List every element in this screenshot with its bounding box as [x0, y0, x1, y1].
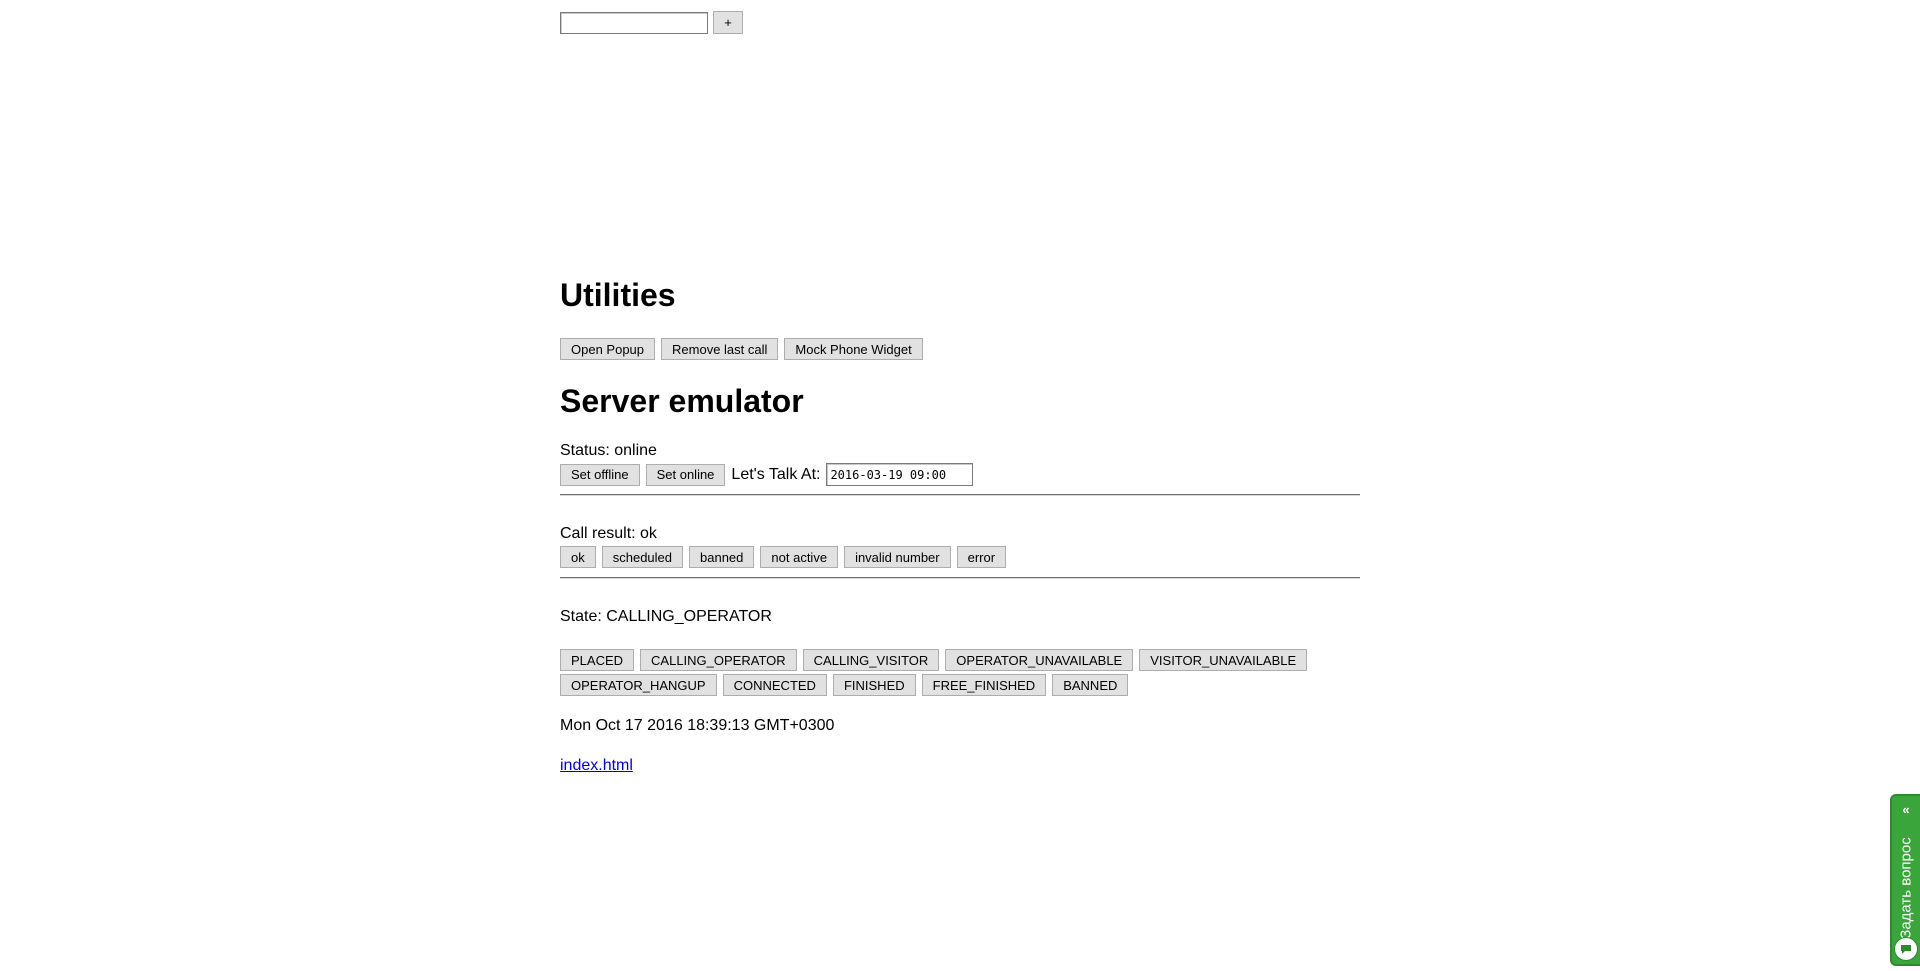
state-placed-button[interactable]: PLACED — [560, 649, 635, 671]
state-connected-button[interactable]: CONNECTED — [722, 674, 827, 696]
set-online-button[interactable]: Set online — [645, 463, 726, 486]
divider-1 — [560, 494, 1360, 496]
top-toolbar: + — [560, 11, 743, 34]
state-buttons-row-1: PLACED CALLING_OPERATOR CALLING_VISITOR … — [560, 649, 1308, 671]
state-free-finished-button[interactable]: FREE_FINISHED — [921, 674, 1047, 696]
utilities-heading: Utilities — [560, 277, 676, 313]
state-finished-button[interactable]: FINISHED — [832, 674, 916, 696]
state-operator-unavailable-button[interactable]: OPERATOR_UNAVAILABLE — [945, 649, 1134, 671]
state-banned-button[interactable]: BANNED — [1052, 674, 1129, 696]
divider-2 — [560, 577, 1360, 579]
call-result-banned-button[interactable]: banned — [689, 546, 755, 568]
mock-phone-widget-button[interactable]: Mock Phone Widget — [784, 338, 923, 360]
index-link[interactable]: index.html — [560, 757, 633, 775]
set-offline-button[interactable]: Set offline — [560, 463, 640, 486]
status-text: Status: online — [560, 442, 657, 459]
lets-talk-input[interactable] — [826, 463, 974, 486]
server-emulator-heading: Server emulator — [560, 383, 804, 419]
call-result-buttons: ok scheduled banned not active invalid n… — [560, 546, 1007, 568]
double-chevron-left-icon: « — [1902, 802, 1910, 817]
top-text-input[interactable] — [560, 11, 708, 34]
chat-bubble-icon — [1894, 937, 1918, 961]
datetime-text: Mon Oct 17 2016 18:39:13 GMT+0300 — [560, 717, 835, 734]
call-result-scheduled-button[interactable]: scheduled — [601, 546, 684, 568]
call-result-invalid-number-button[interactable]: invalid number — [844, 546, 951, 568]
state-operator-hangup-button[interactable]: OPERATOR_HANGUP — [560, 674, 717, 696]
feedback-tab[interactable]: « Задать вопрос — [1890, 794, 1920, 966]
state-visitor-unavailable-button[interactable]: VISITOR_UNAVAILABLE — [1139, 649, 1308, 671]
utilities-buttons: Open Popup Remove last call Mock Phone W… — [560, 338, 923, 360]
feedback-label: Задать вопрос — [1897, 837, 1915, 939]
open-popup-button[interactable]: Open Popup — [560, 338, 656, 360]
state-calling-visitor-button[interactable]: CALLING_VISITOR — [802, 649, 940, 671]
call-result-not-active-button[interactable]: not active — [760, 546, 839, 568]
state-text: State: CALLING_OPERATOR — [560, 608, 772, 625]
status-controls: Set offline Set online Let's Talk At: — [560, 463, 974, 486]
call-result-error-button[interactable]: error — [956, 546, 1007, 568]
add-button[interactable]: + — [713, 11, 743, 34]
call-result-ok-button[interactable]: ok — [560, 546, 596, 568]
state-calling-operator-button[interactable]: CALLING_OPERATOR — [640, 649, 797, 671]
state-buttons-row-2: OPERATOR_HANGUP CONNECTED FINISHED FREE_… — [560, 674, 1129, 696]
lets-talk-label: Let's Talk At: — [731, 465, 821, 483]
remove-last-call-button[interactable]: Remove last call — [661, 338, 779, 360]
call-result-text: Call result: ok — [560, 525, 657, 542]
